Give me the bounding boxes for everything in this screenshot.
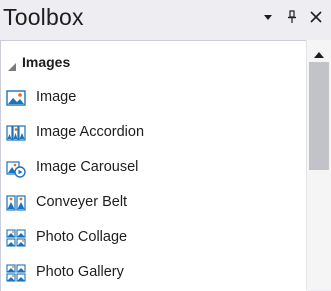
toolbox-item-conveyer-belt[interactable]: Conveyer Belt <box>1 188 301 218</box>
item-label: Photo Collage <box>36 229 128 245</box>
vertical-scrollbar[interactable] <box>306 40 331 290</box>
image-carousel-icon <box>6 158 26 178</box>
toolbox-item-photo-gallery[interactable]: Photo Gallery <box>1 258 301 288</box>
window-title: Toolbox <box>3 4 84 30</box>
photo-gallery-icon <box>6 263 26 283</box>
toolbox-titlebar: Toolbox <box>0 0 331 40</box>
image-accordion-icon <box>6 123 26 143</box>
toolbox-item-image[interactable]: Image <box>1 83 301 113</box>
close-icon[interactable] <box>308 9 324 25</box>
photo-collage-icon <box>6 228 26 248</box>
scroll-up-arrow-icon[interactable] <box>313 46 325 58</box>
scrollbar-thumb[interactable] <box>309 62 329 170</box>
toolbox-item-image-carousel[interactable]: Image Carousel <box>1 153 301 183</box>
item-label: Conveyer Belt <box>36 194 128 210</box>
pin-icon[interactable] <box>286 10 298 24</box>
toolbox-item-image-accordion[interactable]: Image Accordion <box>1 118 301 148</box>
toolbox-item-photo-collage[interactable]: Photo Collage <box>1 223 301 253</box>
conveyer-belt-icon <box>6 193 26 213</box>
group-header-images[interactable]: Images <box>1 53 301 73</box>
toolbox-panel: Images Image Image Accordion Image Carou… <box>0 40 307 291</box>
collapse-triangle-icon[interactable] <box>8 58 16 71</box>
image-icon <box>6 88 26 108</box>
item-label: Image Carousel <box>36 159 139 175</box>
chevron-down-icon[interactable] <box>263 12 273 22</box>
item-label: Image Accordion <box>36 124 145 140</box>
item-label: Photo Gallery <box>36 264 124 280</box>
group-label: Images <box>22 54 71 70</box>
item-label: Image <box>36 89 77 105</box>
